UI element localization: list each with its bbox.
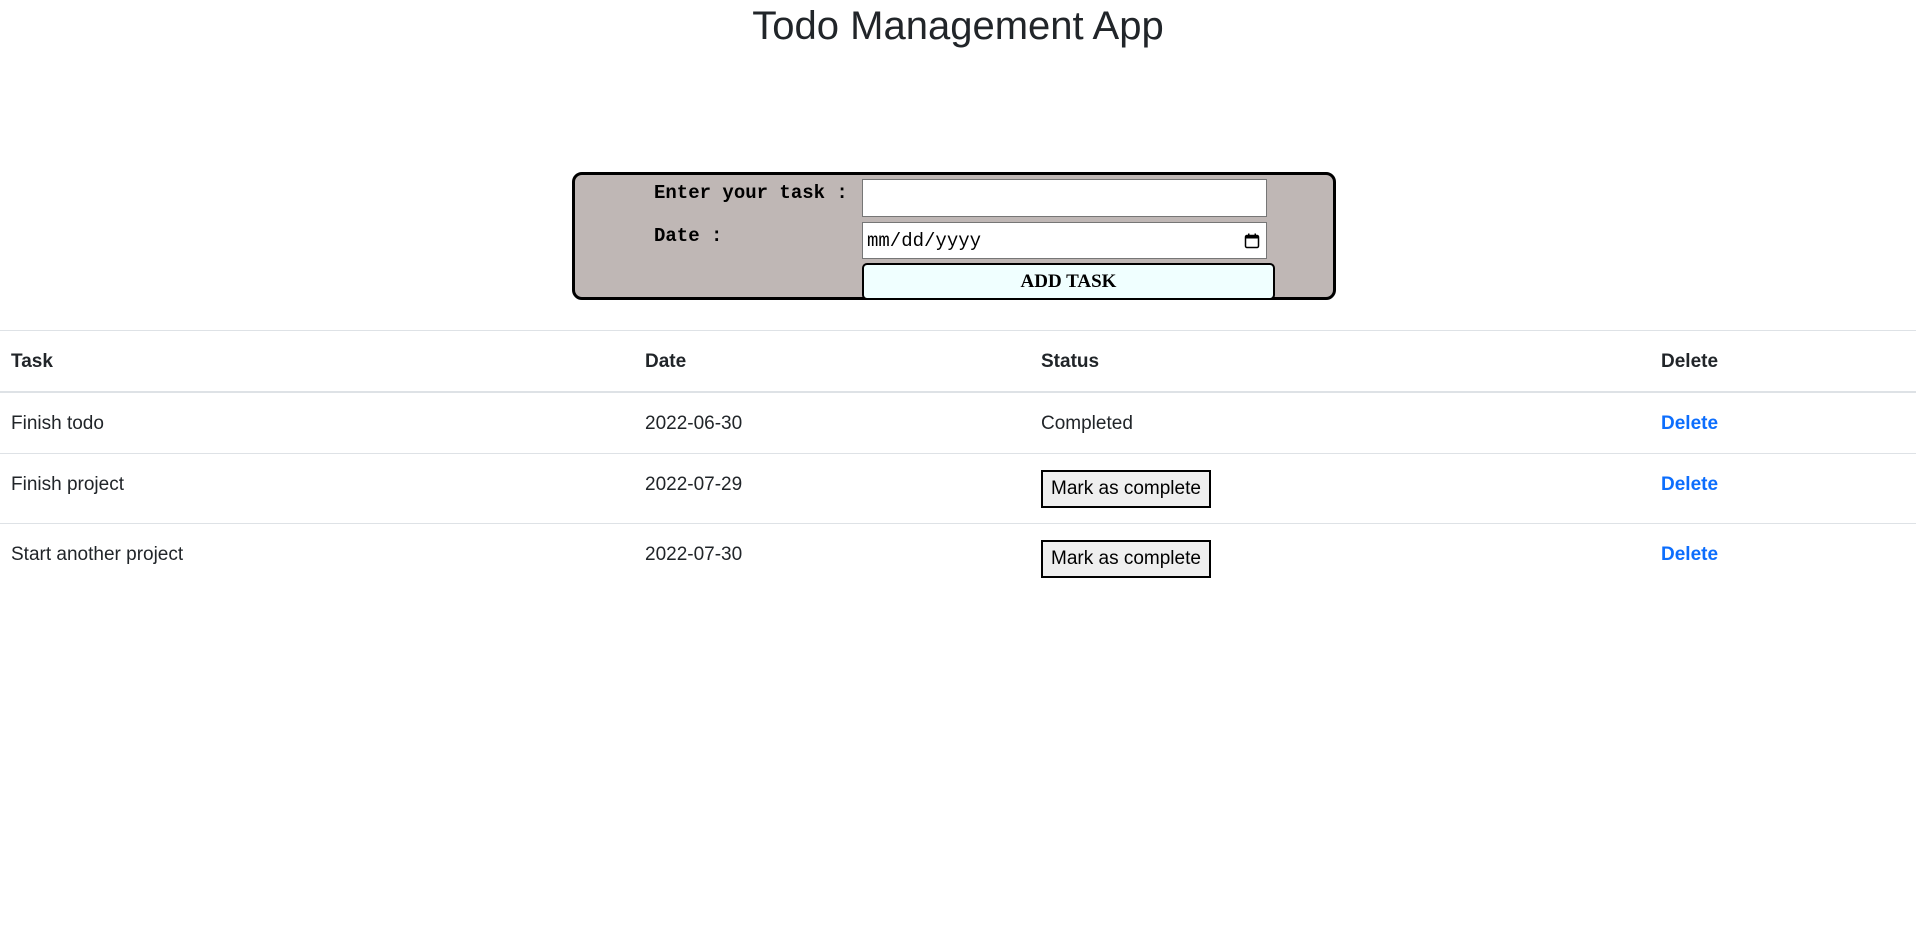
- delete-cell: Delete: [1650, 523, 1916, 594]
- header-task: Task: [0, 330, 634, 393]
- status-cell: Mark as complete: [1030, 523, 1650, 594]
- date-placeholder: mm/dd/yyyy: [867, 229, 982, 252]
- table-row: Finish todo 2022-06-30 Completed Delete: [0, 391, 1916, 454]
- status-cell: Completed: [1030, 391, 1650, 454]
- date-input[interactable]: mm/dd/yyyy: [862, 222, 1267, 259]
- mark-complete-button[interactable]: Mark as complete: [1041, 540, 1211, 578]
- task-cell: Finish todo: [0, 391, 634, 454]
- task-cell: Start another project: [0, 523, 634, 594]
- task-input[interactable]: [862, 179, 1267, 217]
- todo-app-page: Todo Management App Enter your task : Da…: [0, 0, 1916, 927]
- header-status: Status: [1030, 330, 1650, 393]
- table-row: Start another project 2022-07-30 Mark as…: [0, 523, 1916, 594]
- delete-link[interactable]: Delete: [1661, 413, 1718, 434]
- task-label: Enter your task :: [654, 182, 848, 204]
- todo-table: Task Date Status Delete Finish todo 2022…: [0, 330, 1916, 594]
- table-header-row: Task Date Status Delete: [0, 330, 1916, 393]
- add-task-form: Enter your task : Date : mm/dd/yyyy ADD …: [572, 172, 1336, 300]
- page-title: Todo Management App: [752, 4, 1164, 48]
- date-cell: 2022-07-30: [634, 523, 1030, 594]
- delete-link[interactable]: Delete: [1661, 474, 1718, 495]
- table-row: Finish project 2022-07-29 Mark as comple…: [0, 453, 1916, 524]
- calendar-icon[interactable]: [1244, 233, 1260, 249]
- task-cell: Finish project: [0, 453, 634, 524]
- delete-cell: Delete: [1650, 391, 1916, 454]
- delete-cell: Delete: [1650, 453, 1916, 524]
- header-delete: Delete: [1650, 330, 1916, 393]
- header-date: Date: [634, 330, 1030, 393]
- date-cell: 2022-07-29: [634, 453, 1030, 524]
- status-cell: Mark as complete: [1030, 453, 1650, 524]
- date-cell: 2022-06-30: [634, 391, 1030, 454]
- mark-complete-button[interactable]: Mark as complete: [1041, 470, 1211, 508]
- date-label: Date :: [654, 225, 723, 247]
- add-task-button[interactable]: ADD TASK: [862, 263, 1275, 300]
- delete-link[interactable]: Delete: [1661, 544, 1718, 565]
